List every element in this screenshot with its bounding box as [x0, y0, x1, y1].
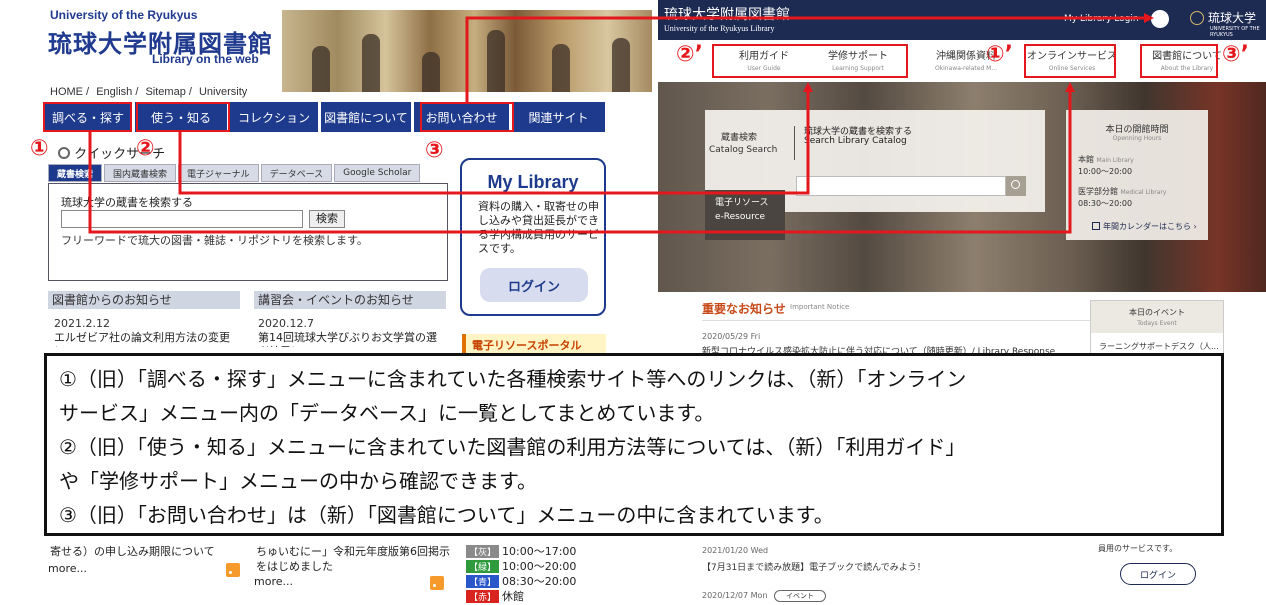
marker-three-prime: ③’ [1222, 42, 1249, 67]
marker-two: ② [136, 136, 155, 161]
highlight-old-search [43, 102, 132, 132]
arrow-search-to-online [88, 82, 1075, 234]
marker-two-prime: ②’ [676, 42, 703, 67]
highlight-new-guide-support [712, 44, 908, 78]
marker-three: ③ [425, 138, 444, 163]
highlight-new-about [1140, 44, 1218, 78]
marker-one-prime: ①’ [986, 42, 1013, 67]
callout-line: ①（旧）「調べる・探す」メニューに含まれていた各種検索サイト等へのリンクは、（新… [59, 367, 967, 391]
highlight-old-contact [420, 102, 514, 132]
callout-line: ③（旧）「お問い合わせ」は（新）「図書館について」メニューの中に含まれています。 [59, 503, 834, 527]
callout-line: や「学修サポート」メニューの中から確認できます。 [59, 469, 537, 493]
highlight-old-use [136, 102, 230, 132]
callout-line: ②（旧）「使う・知る」メニューに含まれていた図書館の利用方法等については、（新）… [59, 435, 966, 459]
callout-line: サービス」メニュー内の「データベース」に一覧としてまとめています。 [59, 401, 715, 425]
explanation-callout: ①（旧）「調べる・探す」メニューに含まれていた各種検索サイト等へのリンクは、（新… [44, 353, 1224, 536]
marker-one: ① [30, 136, 49, 161]
highlight-new-online [1024, 44, 1116, 78]
